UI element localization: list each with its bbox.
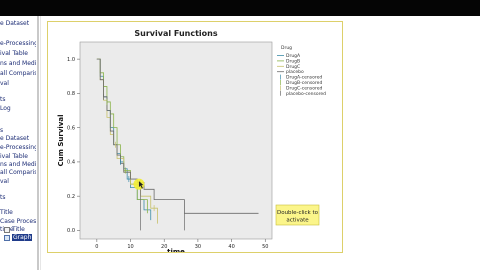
y-tick-label: 0.6 [67, 125, 75, 131]
y-axis-title: Cum Survival [57, 115, 65, 167]
outline-item[interactable]: val [0, 79, 9, 88]
outline-item[interactable]: all Compariso [0, 168, 36, 177]
y-tick-label: 0.4 [67, 160, 75, 166]
activate-note-line2: activate [286, 218, 309, 224]
outline-item[interactable]: ts [0, 193, 5, 202]
viewer-background [349, 16, 480, 270]
outline-item[interactable]: ts [0, 16, 5, 18]
x-tick-label: 50 [262, 244, 268, 250]
y-tick-label: 0.0 [67, 228, 75, 234]
legend-label: DrugA [286, 53, 301, 59]
outline-item[interactable]: e Dataset [0, 134, 29, 143]
legend-label: DrugC-censored [286, 85, 323, 91]
pane-divider-edge [40, 16, 41, 270]
x-tick-label: 40 [228, 244, 234, 250]
outline-item-title[interactable]: Title [12, 226, 25, 233]
chart-title: Survival Functions [134, 29, 217, 38]
legend-label: DrugC [286, 64, 300, 70]
x-tick-label: 0 [95, 244, 98, 250]
pane-divider[interactable] [37, 16, 39, 270]
output-outline-sidebar[interactable]: tse Datasete-Processingival Tablens and … [0, 16, 36, 270]
legend-label: placebo [286, 69, 304, 75]
survival-chart[interactable]: Survival Functions0.00.20.40.60.81.00 10 2… [48, 22, 342, 252]
chart-output-frame[interactable]: Survival Functions 0.0 0.2 0.4 0.6 0.8 1.0 0 10 2… [47, 21, 343, 253]
legend-label: placebo-censored [286, 91, 326, 97]
legend-label: DrugA-censored [286, 75, 322, 81]
legend-label: DrugB-censored [286, 80, 322, 86]
x-tick-label: 30 [195, 244, 201, 250]
outline-item[interactable]: Log [0, 104, 11, 113]
outline-item[interactable]: Title [0, 208, 13, 217]
top-bar [0, 0, 480, 16]
outline-item[interactable]: ts [0, 95, 5, 104]
outline-item[interactable]: ival Table [0, 49, 28, 58]
graph-node-icon [4, 235, 10, 241]
legend-label: DrugB [286, 58, 300, 64]
outline-item[interactable]: e Dataset [0, 19, 29, 28]
title-node-icon [4, 227, 10, 233]
legend-title: Drug [281, 45, 292, 51]
outline-item[interactable]: all Compariso [0, 69, 36, 78]
x-tick-label: 10 [127, 244, 133, 250]
plot-area [79, 41, 273, 240]
activate-note-line1: Double-click to [277, 210, 319, 216]
y-tick-label: 0.2 [67, 194, 75, 200]
outline-item[interactable]: e-Processing [0, 39, 36, 48]
outline-item-graph[interactable]: Graph [12, 234, 33, 241]
outline-item[interactable]: e-Processing [0, 143, 36, 152]
y-tick-label: 1.0 [67, 57, 75, 63]
outline-item[interactable]: val [0, 177, 9, 186]
x-axis-title: time [167, 248, 185, 252]
y-tick-label: 0.8 [67, 91, 75, 97]
outline-item[interactable]: ns and Media [0, 59, 36, 68]
